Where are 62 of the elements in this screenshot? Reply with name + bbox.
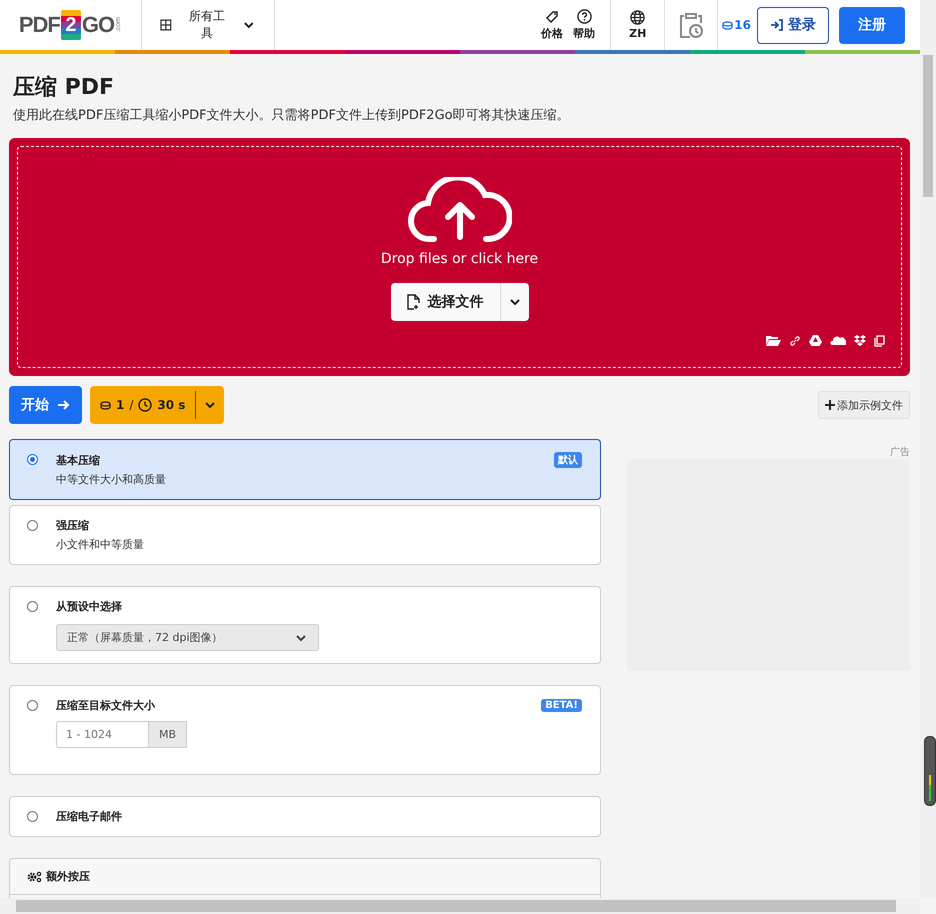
- option-card[interactable]: 压缩电子邮件: [9, 796, 601, 837]
- preset-select[interactable]: 正常（屏幕质量，72 dpi图像）: [56, 624, 319, 651]
- option-card[interactable]: 强压缩 小文件和中等质量: [9, 505, 601, 565]
- page-description: 使用此在线PDF压缩工具缩小PDF文件大小。只需将PDF文件上传到PDF2Go即可将其快速压缩。: [13, 107, 571, 124]
- option-card[interactable]: 基本压缩 默认 中等文件大小和高质量: [9, 439, 601, 500]
- globe-icon: [630, 10, 646, 25]
- clipboard-clock-icon[interactable]: [679, 11, 704, 39]
- horizontal-scrollbar[interactable]: [0, 898, 920, 914]
- radio-button[interactable]: [27, 454, 38, 465]
- credit-cost: 1: [116, 398, 124, 412]
- radio-button[interactable]: [27, 601, 38, 612]
- option-title: 压缩电子邮件: [56, 809, 122, 824]
- plus-icon: [825, 400, 835, 410]
- option-title: 基本压缩: [56, 452, 100, 468]
- radio-button[interactable]: [27, 700, 38, 711]
- ad-label: 广告: [890, 446, 910, 459]
- option-title: 从预设中选择: [56, 599, 122, 614]
- option-badge: BETA!: [541, 699, 582, 712]
- add-sample-button[interactable]: 添加示例文件: [818, 391, 910, 419]
- credits-counter[interactable]: 16: [718, 0, 753, 50]
- drive-icon[interactable]: [809, 335, 822, 346]
- coin-icon: [100, 400, 111, 410]
- extra-title[interactable]: 额外按压: [46, 869, 90, 884]
- upload-dropzone[interactable]: Drop files or click here 选择文件: [9, 138, 910, 376]
- unit-label: MB: [149, 721, 188, 748]
- vertical-scrollbar[interactable]: [920, 0, 936, 898]
- option-subtitle: 中等文件大小和高质量: [56, 472, 167, 487]
- sign-in-icon: [770, 19, 784, 31]
- option-title: 压缩至目标文件大小: [56, 698, 155, 713]
- signup-button[interactable]: 注册: [839, 6, 905, 44]
- arrow-right-icon: [57, 399, 70, 411]
- grid-icon: [160, 19, 172, 31]
- clock-icon: [138, 398, 152, 412]
- option-title: 强压缩: [56, 518, 89, 533]
- size-input[interactable]: 1 - 1024: [56, 721, 149, 748]
- page-title: 压缩 PDF: [13, 74, 116, 102]
- cloud-upload-icon: [408, 177, 512, 243]
- option-card[interactable]: 压缩至目标文件大小 BETA! 1 - 1024 MB: [9, 685, 601, 775]
- separator: /: [129, 398, 134, 412]
- radio-button[interactable]: [27, 520, 38, 531]
- option-badge: 默认: [554, 452, 582, 468]
- start-button[interactable]: 开始: [9, 386, 82, 424]
- tag-icon: [545, 10, 560, 24]
- time-estimate: 30 s: [157, 398, 186, 412]
- login-button[interactable]: 登录: [757, 6, 829, 44]
- drop-prompt: Drop files or click here: [380, 251, 538, 267]
- dropbox-icon[interactable]: [854, 335, 866, 346]
- option-subtitle: 小文件和中等质量: [56, 537, 145, 552]
- copy-icon[interactable]: [874, 335, 885, 347]
- folder-icon[interactable]: [766, 335, 781, 346]
- file-plus-icon: [406, 294, 420, 310]
- nav-link[interactable]: 帮助: [568, 0, 600, 50]
- option-card[interactable]: 从预设中选择 正常（屏幕质量，72 dpi图像）: [9, 586, 601, 664]
- cloud-icon[interactable]: [830, 335, 846, 345]
- link-icon[interactable]: [789, 335, 801, 347]
- nav-link[interactable]: 价格: [536, 0, 568, 50]
- help-icon: [576, 9, 592, 24]
- cost-panel[interactable]: 1 / 30 s: [90, 386, 224, 424]
- radio-button[interactable]: [27, 811, 38, 822]
- gears-icon: [27, 870, 42, 882]
- coin-icon: [722, 20, 734, 30]
- level-meter-icon: [924, 736, 936, 806]
